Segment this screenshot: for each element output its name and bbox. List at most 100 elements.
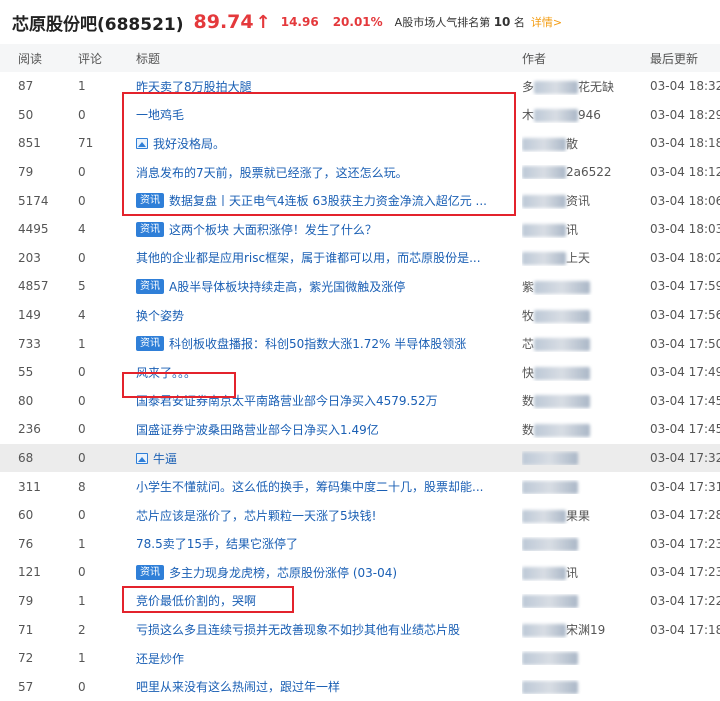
author-link[interactable]: 芯 [522,335,626,352]
post-title-text: 数据复盘丨天正电气4连板 63股获主力资金净流入超亿元 ... [169,194,487,209]
post-title-link[interactable]: 国泰君安证券南京太平南路营业部今日净买入4579.52万 [136,392,510,409]
table-row[interactable]: 76 1 78.5卖了15手，结果它涨停了 03-04 17:23 [0,530,720,559]
post-title-link[interactable]: 亏损这么多且连续亏损并无改善现象不如抄其他有业绩芯片股 [136,621,510,638]
table-row[interactable]: 4857 5 资讯 A股半导体板块持续走高，紫光国微触及涨停 紫 03-04 17:59 [0,272,720,301]
read-count: 236 [18,422,41,437]
details-link[interactable]: 详情> [531,14,562,30]
author-link[interactable]: 宋渊19 [522,621,626,638]
author-link[interactable]: 数 [522,421,626,438]
table-row[interactable]: 79 0 消息发布的7天前，股票就已经涨了，这还怎么玩。 2a6522 03-04 18… [0,158,720,187]
post-title-link[interactable]: 吧里从来没有这么热闹过，跟过年一样 [136,678,510,695]
last-updated-time: 03-04 18:02 [650,250,720,265]
post-title-text: 竞价最低价割的，哭啊 [136,594,257,609]
post-title-link[interactable]: 资讯 数据复盘丨天正电气4连板 63股获主力资金净流入超亿元 ... [136,192,510,209]
stock-name[interactable]: 芯原股份吧(688521) [12,10,184,35]
table-row[interactable]: 311 8 小学生不懂就问。这么低的换手，筹码集中度二十几，股票却能... 03-04… [0,472,720,501]
post-title-link[interactable]: 一地鸡毛 [136,106,510,123]
post-title-link[interactable]: 我好没格局。 [136,135,510,152]
read-count: 733 [18,336,41,351]
comment-count: 1 [78,336,86,351]
author-link[interactable]: 资讯 [522,192,626,209]
blurred-author-name [522,252,566,266]
table-row[interactable]: 50 0 一地鸡毛 木 946 03-04 18:29 [0,101,720,130]
author-link[interactable]: 讯 [522,221,626,238]
comment-count: 8 [78,479,86,494]
news-badge: 资讯 [136,336,164,352]
table-row[interactable]: 80 0 国泰君安证券南京太平南路营业部今日净买入4579.52万 数 03-04 17… [0,387,720,416]
post-title-link[interactable]: 资讯 这两个板块 大面积涨停！发生了什么？ [136,221,510,238]
author-link[interactable] [522,537,626,551]
post-title-text: 我好没格局。 [153,136,226,151]
post-title-link[interactable]: 消息发布的7天前，股票就已经涨了，这还怎么玩。 [136,164,510,181]
author-link[interactable]: 多 花无缺 [522,78,626,95]
author-name-end: 果果 [566,508,591,523]
author-link[interactable] [522,480,626,494]
table-row[interactable]: 87 1 昨天卖了8万股拍大腿 多 花无缺 03-04 18:32 [0,72,720,101]
post-title-link[interactable]: 风来了。。。 [136,364,510,381]
author-link[interactable]: 牧 [522,307,626,324]
post-title-link[interactable]: 资讯 科创板收盘播报：科创50指数大涨1.72% 半导体股领涨 [136,335,510,352]
author-link[interactable]: 紫 [522,278,626,295]
table-row[interactable]: 79 1 竞价最低价割的，哭啊 03-04 17:22 [0,587,720,616]
post-title-link[interactable]: 昨天卖了8万股拍大腿 [136,78,510,95]
comment-count: 0 [78,565,86,580]
read-count: 851 [18,136,41,151]
last-updated-time: 03-04 17:45 [650,422,720,437]
last-updated-time: 03-04 18:18 [650,136,720,151]
post-title-link[interactable]: 78.5卖了15手，结果它涨停了 [136,535,510,552]
table-row[interactable]: 55 0 风来了。。。 快 03-04 17:49 [0,358,720,387]
table-row[interactable]: 851 71 我好没格局。 散 03-04 18:18 [0,129,720,158]
rank-number: 10 [493,15,511,29]
post-title-link[interactable]: 其他的企业都是应用risc框架，属于谁都可以用，而芯原股份是... [136,249,510,266]
post-title-link[interactable]: 换个姿势 [136,307,510,324]
table-row[interactable]: 236 0 国盛证券宁波桑田路营业部今日净买入1.49亿 数 03-04 17:45 [0,415,720,444]
table-row[interactable]: 121 0 资讯 多主力现身龙虎榜，芯原股份涨停 (03-04) 讯 03-04 17:2… [0,558,720,587]
post-list-table: 阅读 评论 标题 作者 最后更新 87 1 昨天卖了8万股拍大腿多花无缺 03-04 … [0,44,720,701]
post-title-link[interactable]: 国盛证券宁波桑田路营业部今日净买入1.49亿 [136,421,510,438]
table-row[interactable]: 203 0 其他的企业都是应用risc框架，属于谁都可以用，而芯原股份是... 上天 0… [0,244,720,273]
news-badge: 资讯 [136,278,164,294]
table-row[interactable]: 60 0 芯片应该是涨价了，芯片颗粒一天涨了5块钱! 果果 03-04 17:28 [0,501,720,530]
table-row[interactable]: 733 1 资讯 科创板收盘播报：科创50指数大涨1.72% 半导体股领涨芯 03-04… [0,329,720,358]
post-title-link[interactable]: 芯片应该是涨价了，芯片颗粒一天涨了5块钱! [136,507,510,524]
author-link[interactable]: 上天 [522,249,626,266]
table-row[interactable]: 5174 0 资讯 数据复盘丨天正电气4连板 63股获主力资金净流入超亿元 ... 资讯… [0,186,720,215]
author-link[interactable] [522,451,626,466]
post-title-text: 芯片应该是涨价了，芯片颗粒一天涨了5块钱! [136,508,377,523]
author-link[interactable] [522,680,626,694]
author-link[interactable] [522,594,626,608]
author-link[interactable]: 快 [522,364,626,381]
post-title-link[interactable]: 还是炒作 [136,650,510,667]
table-row[interactable]: 149 4 换个姿势 牧 03-04 17:56 [0,301,720,330]
blurred-author-name [522,652,578,666]
post-title-text: 科创板收盘播报：科创50指数大涨1.72% 半导体股领涨 [169,337,467,352]
read-count: 203 [18,250,41,265]
table-row[interactable]: 68 0 牛逼 03-04 17:32 [0,443,720,473]
author-link[interactable]: 果果 [522,507,626,524]
post-title-link[interactable]: 牛逼 [136,450,510,467]
author-link[interactable]: 讯 [522,564,626,581]
table-row[interactable]: 72 1 还是炒作 [0,644,720,673]
author-link[interactable]: 数 [522,392,626,409]
table-row[interactable]: 57 0 吧里从来没有这么热闹过，跟过年一样 [0,672,720,701]
comment-count: 0 [78,451,86,466]
table-row[interactable]: 4495 4 资讯 这两个板块 大面积涨停！发生了什么？ 讯 03-04 18:03 [0,215,720,244]
column-header-comment[interactable]: 评论 [78,50,102,67]
author-link[interactable] [522,651,626,666]
post-title-link[interactable]: 资讯 多主力现身龙虎榜，芯原股份涨停 (03-04) [136,564,510,581]
blurred-author-name [534,109,579,123]
author-link[interactable]: 散 [522,135,626,152]
last-updated-time: 03-04 17:49 [650,365,720,380]
column-header-read[interactable]: 阅读 [18,50,42,67]
read-count: 72 [18,651,34,666]
blurred-author-name [534,423,591,437]
post-title-link[interactable]: 小学生不懂就问。这么低的换手，筹码集中度二十几，股票却能... [136,478,510,495]
author-link[interactable]: 2a6522 [522,165,626,180]
post-title-link[interactable]: 竞价最低价割的，哭啊 [136,592,510,609]
post-title-link[interactable]: 资讯 A股半导体板块持续走高，紫光国微触及涨停 [136,278,510,295]
author-link[interactable]: 木 946 [522,106,626,123]
table-row[interactable]: 71 2 亏损这么多且连续亏损并无改善现象不如抄其他有业绩芯片股 宋渊19 03-04 … [0,615,720,644]
author-name-end: 讯 [566,222,579,237]
column-header-updated[interactable]: 最后更新 [650,50,698,67]
blurred-author-name [534,395,591,409]
